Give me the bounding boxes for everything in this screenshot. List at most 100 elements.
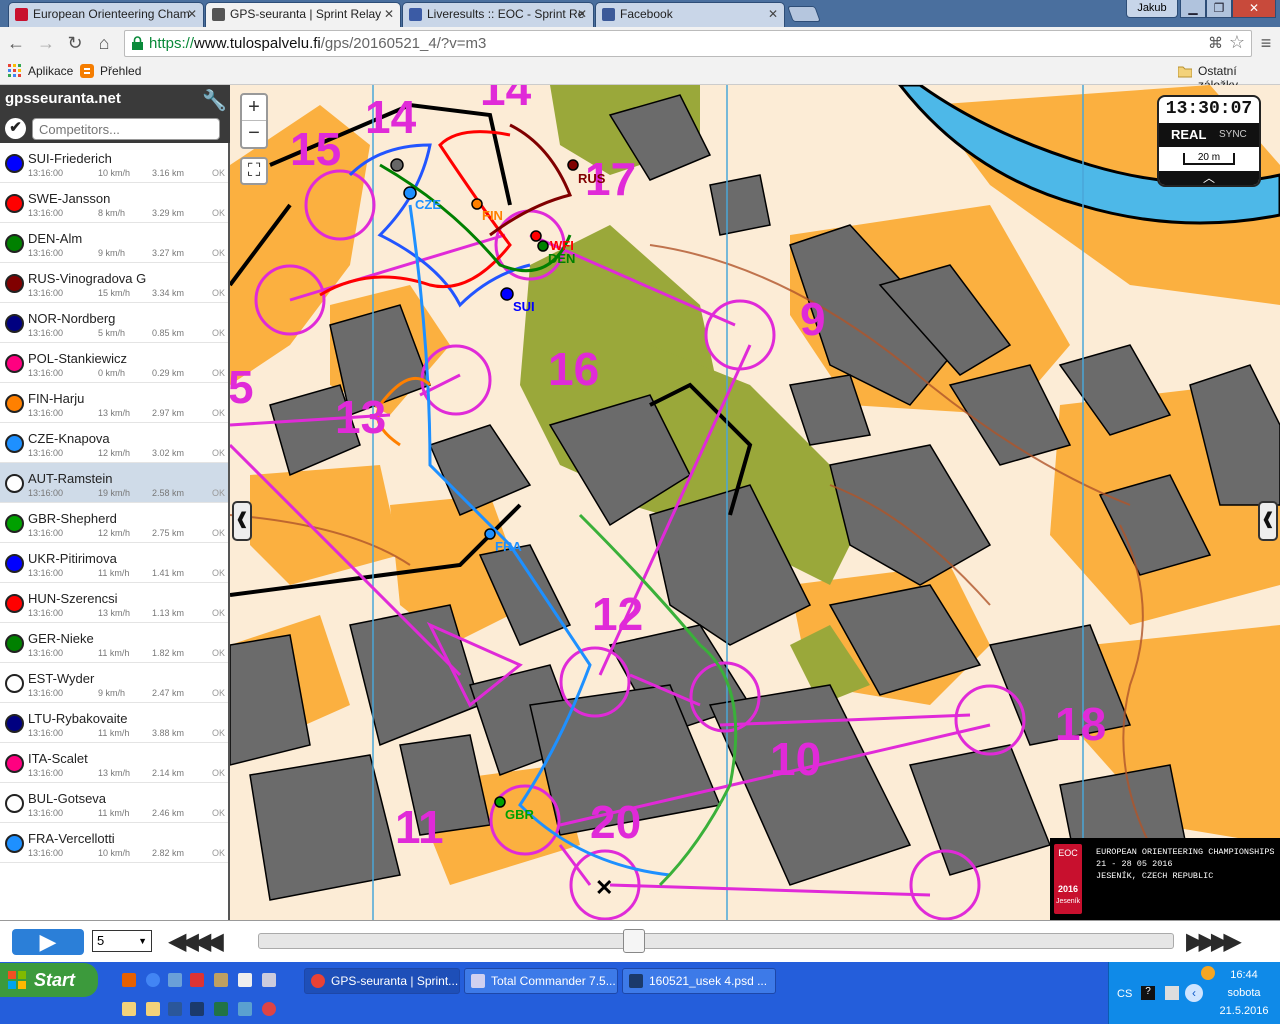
competitor-search-input[interactable] (32, 118, 220, 140)
maximize-button[interactable]: ❐ (1206, 0, 1232, 18)
competitor-color-dot[interactable] (5, 514, 24, 533)
competitor-row[interactable]: GER-Nieke 13:16:00 11 km/h 1.82 km OK (0, 623, 228, 663)
tab-close-icon[interactable]: ✕ (768, 3, 778, 25)
sync-mode-toggle[interactable]: SYNC (1219, 129, 1247, 140)
tab-facebook[interactable]: Facebook ✕ (595, 2, 785, 27)
competitor-row[interactable]: NOR-Nordberg 13:16:00 5 km/h 0.85 km OK (0, 303, 228, 343)
competitor-row[interactable]: ITA-Scalet 13:16:00 13 km/h 2.14 km OK (0, 743, 228, 783)
window-close-button[interactable]: ✕ (1232, 0, 1276, 18)
tab-close-icon[interactable]: ✕ (577, 3, 587, 25)
orienteering-map[interactable]: 14 15 14 17 9 16 13 5 12 10 18 11 20 RUS… (230, 85, 1280, 920)
competitor-color-dot[interactable] (5, 354, 24, 373)
app-tray-icon[interactable] (1165, 986, 1179, 1000)
competitor-color-dot[interactable] (5, 794, 24, 813)
language-indicator[interactable]: CS (1117, 988, 1132, 1000)
rewind-icon[interactable]: ◀◀◀◀ (168, 927, 224, 956)
competitor-color-dot[interactable] (5, 714, 24, 733)
competitor-row[interactable]: SUI-Friederich 13:16:00 10 km/h 3.16 km OK (0, 143, 228, 183)
competitor-color-dot[interactable] (5, 154, 24, 173)
competitor-color-dot[interactable] (5, 754, 24, 773)
word-icon[interactable] (168, 1002, 182, 1016)
help-icon[interactable]: ? (1141, 986, 1155, 1000)
start-button[interactable]: Start (0, 963, 98, 997)
new-tab-button[interactable] (787, 6, 821, 22)
address-bar[interactable]: https://www.tulospalvelu.fi/gps/20160521… (124, 30, 1252, 57)
app-icon[interactable] (238, 973, 252, 987)
tab-eoc[interactable]: European Orienteering Cham ✕ (8, 2, 204, 27)
show-hidden-icon[interactable]: ‹ (1185, 984, 1203, 1002)
reload-icon[interactable]: ↻ (63, 31, 87, 55)
zoom-in-button[interactable]: + (242, 95, 266, 121)
competitor-row[interactable]: LTU-Rybakovaite 13:16:00 11 km/h 3.88 km OK (0, 703, 228, 743)
clock[interactable]: 16:44 sobota 21.5.2016 (1209, 966, 1279, 1020)
competitor-row[interactable]: DEN-Alm 13:16:00 9 km/h 3.27 km OK (0, 223, 228, 263)
competitor-row[interactable]: RUS-Vinogradova G 13:16:00 15 km/h 3.34 km O… (0, 263, 228, 303)
play-button[interactable]: ▶ (12, 929, 84, 955)
competitor-color-dot[interactable] (5, 394, 24, 413)
bookmark-prehled[interactable]: Přehled (80, 64, 141, 78)
home-icon[interactable]: ⌂ (92, 31, 116, 55)
competitor-row[interactable]: FRA-Vercellotti 13:16:00 10 km/h 2.82 km OK (0, 823, 228, 863)
tab-close-icon[interactable]: ✕ (384, 3, 394, 25)
app-icon[interactable] (262, 1002, 276, 1016)
zoom-out-button[interactable]: − (242, 121, 266, 147)
speed-select[interactable]: 5 ▼ (92, 930, 152, 952)
competitor-row[interactable]: GBR-Shepherd 13:16:00 12 km/h 2.75 km OK (0, 503, 228, 543)
photoshop-icon[interactable] (190, 1002, 204, 1016)
select-all-checkmark-icon[interactable]: ✔ (5, 118, 26, 139)
fullscreen-icon[interactable]: ⛶ (240, 157, 268, 185)
menu-icon[interactable]: ≡ (1254, 31, 1278, 55)
tab-gps-seuranta[interactable]: GPS-seuranta | Sprint Relay ✕ (205, 2, 401, 27)
competitor-row[interactable]: FIN-Harju 13:16:00 13 km/h 2.97 km OK (0, 383, 228, 423)
competitor-row[interactable]: EST-Wyder 13:16:00 9 km/h 2.47 km OK (0, 663, 228, 703)
fast-forward-icon[interactable]: ▶▶▶▶ (1186, 927, 1242, 956)
competitor-color-dot[interactable] (5, 474, 24, 493)
competitor-row[interactable]: AUT-Ramstein 13:16:00 19 km/h 2.58 km OK (0, 463, 228, 503)
back-arrow-icon[interactable]: ← (4, 31, 28, 55)
competitor-row[interactable]: SWE-Jansson 13:16:00 8 km/h 3.29 km OK (0, 183, 228, 223)
app-icon[interactable] (190, 973, 204, 987)
wrench-icon[interactable]: 🔧 (202, 88, 227, 113)
excel-icon[interactable] (214, 1002, 228, 1016)
competitor-color-dot[interactable] (5, 434, 24, 453)
competitor-row[interactable]: BUL-Gotseva 13:16:00 11 km/h 2.46 km OK (0, 783, 228, 823)
app-icon[interactable] (168, 973, 182, 987)
timeline-slider[interactable] (258, 933, 1174, 949)
competitor-color-dot[interactable] (5, 194, 24, 213)
competitor-color-dot[interactable] (5, 594, 24, 613)
timeline-handle[interactable] (622, 929, 645, 953)
task-gps-seuranta[interactable]: GPS-seuranta | Sprint... (304, 968, 460, 994)
task-total-commander[interactable]: Total Commander 7.5... (464, 968, 618, 994)
minimize-button[interactable]: ▁ (1180, 0, 1206, 18)
competitor-color-dot[interactable] (5, 234, 24, 253)
collapse-chevron-icon[interactable]: ︿ (1159, 171, 1259, 185)
app-icon[interactable] (214, 973, 228, 987)
translate-icon[interactable]: ⌘ (1208, 34, 1223, 52)
firefox-icon[interactable] (122, 973, 136, 987)
forward-arrow-icon[interactable]: → (34, 31, 58, 55)
profile-button[interactable]: Jakub (1126, 0, 1178, 18)
tab-liveresults[interactable]: Liveresults :: EOC - Sprint Re ✕ (402, 2, 594, 27)
task-photoshop[interactable]: 160521_usek 4.psd ... (622, 968, 776, 994)
app-icon[interactable] (122, 1002, 136, 1016)
competitor-color-dot[interactable] (5, 314, 24, 333)
competitor-row[interactable]: POL-Stankiewicz 13:16:00 0 km/h 0.29 km OK (0, 343, 228, 383)
competitor-color-dot[interactable] (5, 674, 24, 693)
tab-close-icon[interactable]: ✕ (187, 3, 197, 25)
left-panel-handle[interactable]: ❰ (232, 501, 252, 541)
competitor-color-dot[interactable] (5, 834, 24, 853)
folder-icon[interactable] (146, 1002, 160, 1016)
app-icon[interactable] (238, 1002, 252, 1016)
chrome-icon[interactable] (146, 973, 160, 987)
bookmark-star-icon[interactable]: ☆ (1229, 32, 1245, 53)
competitor-row[interactable]: UKR-Pitirimova 13:16:00 11 km/h 1.41 km OK (0, 543, 228, 583)
competitor-color-dot[interactable] (5, 554, 24, 573)
competitor-row[interactable]: HUN-Szerencsi 13:16:00 13 km/h 1.13 km OK (0, 583, 228, 623)
app-icon[interactable] (262, 973, 276, 987)
competitor-row[interactable]: CZE-Knapova 13:16:00 12 km/h 3.02 km OK (0, 423, 228, 463)
right-panel-handle[interactable]: ❰ (1258, 501, 1278, 541)
competitor-color-dot[interactable] (5, 634, 24, 653)
bookmark-aplikace[interactable]: Aplikace (8, 64, 73, 78)
real-mode-toggle[interactable]: REAL (1171, 127, 1206, 142)
competitor-color-dot[interactable] (5, 274, 24, 293)
